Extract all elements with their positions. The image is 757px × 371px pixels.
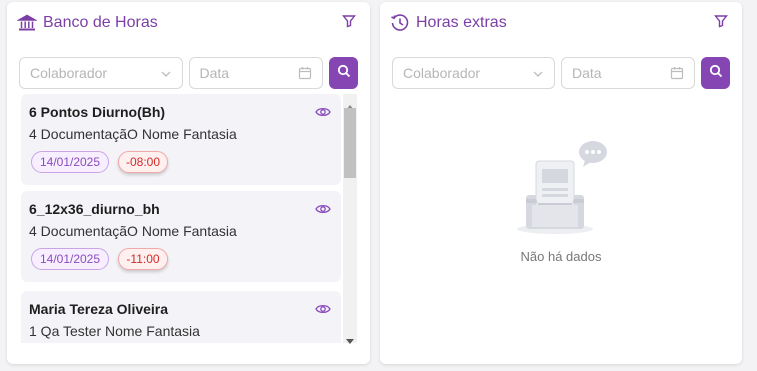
card-subtitle: 4 DocumentaçãO Nome Fantasia (29, 223, 237, 239)
eye-icon[interactable] (315, 105, 331, 119)
search-icon (709, 64, 723, 83)
horas-title: Horas extras (416, 14, 507, 31)
card-title: 6_12x36_diurno_bh (29, 201, 160, 217)
date-placeholder: Data (199, 65, 230, 81)
horas-date-field[interactable]: Data (561, 57, 696, 89)
scroll-up-arrow-icon[interactable] (346, 97, 354, 110)
list-item[interactable]: Maria Tereza Oliveira 1 Qa Tester Nome F… (21, 291, 341, 343)
scroll-down-arrow-icon[interactable] (346, 332, 354, 344)
banco-title: Banco de Horas (43, 14, 158, 31)
empty-state-label: Não há dados (520, 249, 602, 264)
empty-state (380, 137, 742, 242)
date-placeholder: Data (572, 65, 602, 81)
list-item[interactable]: 6 Pontos Diurno(Bh) 4 DocumentaçãO Nome … (21, 94, 341, 185)
eye-icon[interactable] (315, 302, 331, 316)
date-tag: 14/01/2025 (31, 151, 109, 173)
chevron-down-icon (532, 67, 544, 79)
card-title: 6 Pontos Diurno(Bh) (29, 104, 166, 120)
filter-icon[interactable] (342, 14, 358, 30)
bank-icon (17, 13, 37, 33)
banco-header: Banco de Horas (17, 11, 360, 35)
banco-search-button[interactable] (329, 57, 358, 89)
card-subtitle: 1 Qa Tester Nome Fantasia (29, 323, 200, 339)
hours-tag: -08:00 (118, 151, 168, 173)
filter-icon[interactable] (714, 14, 730, 30)
banco-date-field[interactable]: Data (188, 57, 324, 89)
horas-header: Horas extras (390, 11, 732, 35)
card-subtitle: 4 DocumentaçãO Nome Fantasia (29, 126, 237, 142)
banco-de-horas-panel: Banco de Horas Colaborador Data 6 Pontos… (7, 2, 370, 364)
horas-search-button[interactable] (701, 57, 730, 89)
list-scrollbar[interactable] (343, 94, 357, 344)
clock-icon (390, 13, 410, 33)
chevron-down-icon (160, 67, 172, 79)
collaborator-placeholder: Colaborador (403, 65, 481, 81)
calendar-icon (670, 66, 684, 80)
calendar-icon (298, 66, 312, 80)
horas-extras-panel: Horas extras Colaborador Data Não há dad… (380, 2, 742, 364)
empty-inbox-icon (506, 141, 616, 241)
horas-search-row: Colaborador Data (392, 57, 730, 89)
horas-collaborator-select[interactable]: Colaborador (392, 57, 555, 89)
collaborator-placeholder: Colaborador (30, 65, 108, 81)
scroll-thumb[interactable] (344, 108, 356, 178)
card-title: Maria Tereza Oliveira (29, 301, 169, 317)
banco-list[interactable]: 6 Pontos Diurno(Bh) 4 DocumentaçãO Nome … (21, 94, 357, 343)
eye-icon[interactable] (315, 202, 331, 216)
search-icon (337, 64, 351, 83)
hours-tag: -11:00 (118, 248, 168, 270)
date-tag: 14/01/2025 (31, 248, 109, 270)
banco-collaborator-select[interactable]: Colaborador (19, 57, 183, 89)
list-item[interactable]: 6_12x36_diurno_bh 4 DocumentaçãO Nome Fa… (21, 191, 341, 282)
banco-search-row: Colaborador Data (19, 57, 358, 89)
